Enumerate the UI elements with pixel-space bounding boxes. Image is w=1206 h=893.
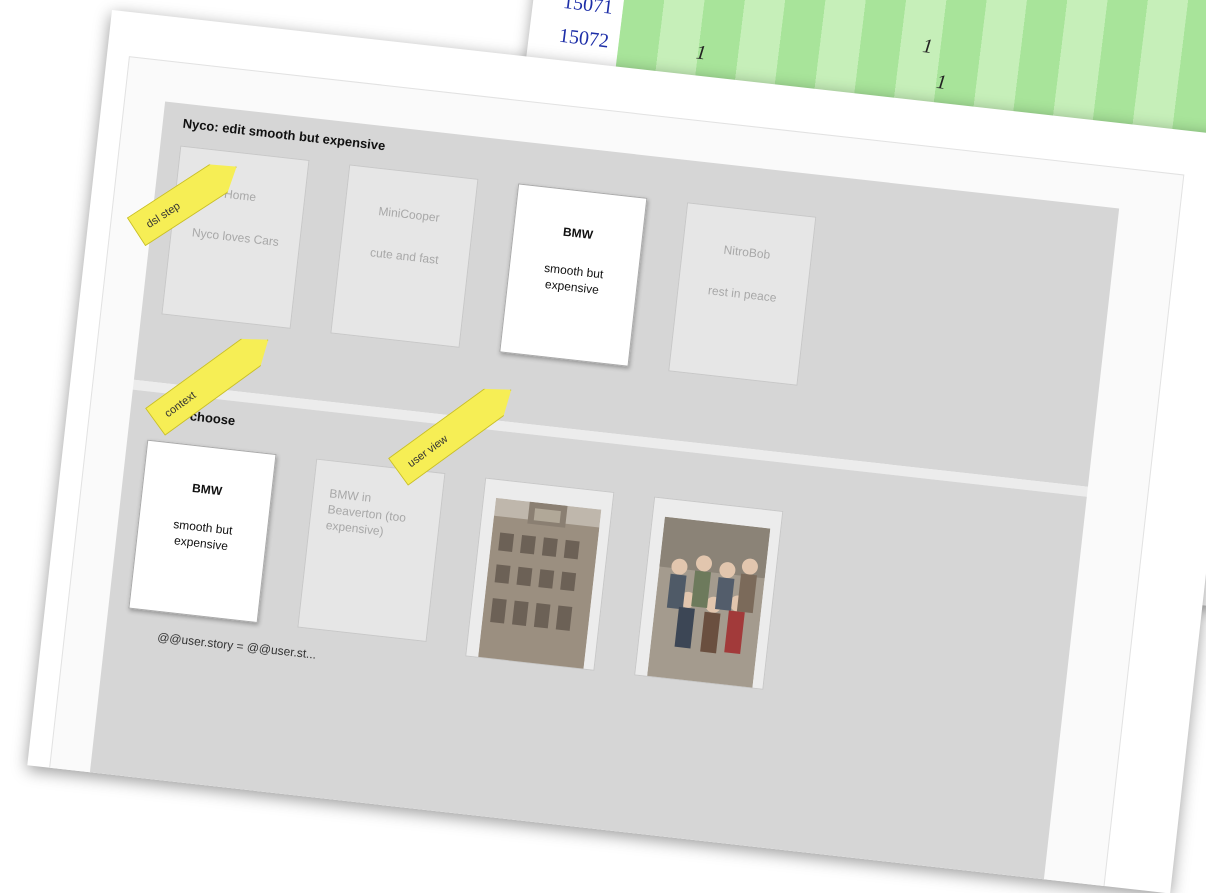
building-image — [477, 497, 602, 671]
building-icon — [477, 497, 602, 671]
team-image — [646, 516, 771, 690]
card-bmw-choice[interactable]: BMW smooth but expensive — [128, 439, 277, 624]
photo-team[interactable] — [634, 496, 784, 690]
storyboard-sheet: Nyco: edit smooth but expensive Home Nyc… — [27, 10, 1206, 893]
card-bmw[interactable]: BMW smooth but expensive — [499, 183, 648, 367]
card-title: BMW in Beaverton (too expensive) — [325, 486, 407, 539]
row-id: 15072 — [557, 24, 611, 53]
card-subtitle: smooth but expensive — [172, 517, 234, 554]
card-subtitle: rest in peace — [707, 283, 778, 305]
row-id: 15071 — [561, 0, 615, 19]
top-band-title: Nyco: edit smooth but expensive — [181, 115, 387, 154]
card-minicooper[interactable]: MiniCooper cute and fast — [330, 164, 479, 348]
card-home[interactable]: Home Nyco loves Cars — [161, 145, 310, 329]
card-bmw-beaverton[interactable]: BMW in Beaverton (too expensive) — [297, 458, 446, 642]
card-title: BMW — [191, 480, 223, 499]
people-icon — [646, 516, 771, 690]
card-title: BMW — [562, 224, 594, 242]
card-subtitle: smooth but expensive — [543, 260, 605, 297]
card-title: MiniCooper — [377, 204, 441, 225]
code-line: @@user.story = @@user.st... — [156, 630, 317, 662]
card-nitrobob[interactable]: NitroBob rest in peace — [668, 202, 817, 386]
card-subtitle: Nyco loves Cars — [191, 225, 280, 250]
card-subtitle: cute and fast — [369, 245, 440, 267]
photo-building[interactable] — [465, 477, 615, 671]
card-title: NitroBob — [722, 242, 771, 262]
